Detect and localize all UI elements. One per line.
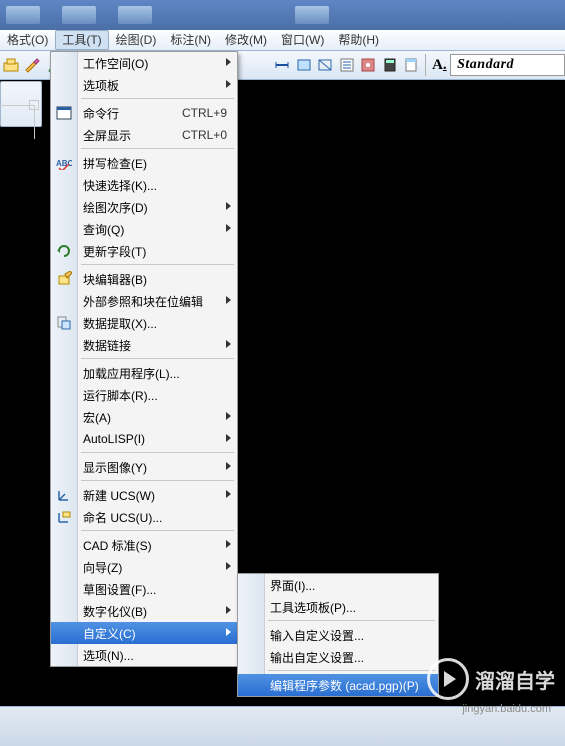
tool-icon-2[interactable] (22, 54, 41, 76)
smi-editpgp[interactable]: 编辑程序参数 (acad.pgp)(P) (238, 674, 438, 696)
play-icon (427, 658, 469, 700)
mi-customize[interactable]: 自定义(C) (51, 622, 237, 644)
mi-newucs[interactable]: 新建 UCS(W) (51, 484, 237, 506)
ucs-icon (51, 484, 77, 506)
window-titlebar (0, 0, 565, 30)
spellcheck-icon: ABC (51, 152, 77, 174)
named-ucs-icon (51, 506, 77, 528)
blockeditor-icon (51, 268, 77, 290)
mi-runscript[interactable]: 运行脚本(R)... (51, 384, 237, 406)
tool-distance-icon[interactable] (272, 54, 291, 76)
mi-loadapp[interactable]: 加载应用程序(L)... (51, 362, 237, 384)
crosshair-vertical (34, 105, 35, 139)
svg-text:ABC: ABC (56, 159, 72, 168)
text-style-icon[interactable]: A. (430, 54, 449, 76)
mi-autolisp[interactable]: AutoLISP(I) (51, 428, 237, 450)
dataextract-icon (51, 312, 77, 334)
tool-calc-icon[interactable] (380, 54, 399, 76)
mi-tablet[interactable]: 数字化仪(B) (51, 600, 237, 622)
text-style-dropdown[interactable]: Standard (450, 54, 565, 76)
mi-displayimage[interactable]: 显示图像(Y) (51, 456, 237, 478)
mi-options[interactable]: 选项(N)... (51, 644, 237, 666)
mi-draworder[interactable]: 绘图次序(D) (51, 196, 237, 218)
tool-icon-1[interactable] (1, 54, 20, 76)
mi-spellcheck[interactable]: ABC拼写检查(E) (51, 152, 237, 174)
smi-exportcustom[interactable]: 输出自定义设置... (238, 646, 438, 668)
menu-format[interactable]: 格式(O) (0, 30, 55, 50)
menu-help[interactable]: 帮助(H) (331, 30, 386, 50)
mi-quickselect[interactable]: 快速选择(K)... (51, 174, 237, 196)
smi-importcustom[interactable]: 输入自定义设置... (238, 624, 438, 646)
menu-draw[interactable]: 绘图(D) (109, 30, 164, 50)
mi-wizards[interactable]: 向导(Z) (51, 556, 237, 578)
commandline-icon (51, 102, 77, 124)
mi-inquiry[interactable]: 查询(Q) (51, 218, 237, 240)
mi-draftsettings[interactable]: 草图设置(F)... (51, 578, 237, 600)
mi-commandline[interactable]: 命令行CTRL+9 (51, 102, 237, 124)
smi-toolpalettes[interactable]: 工具选项板(P)... (238, 596, 438, 618)
watermark-sub: jingyan.baidu.com (462, 703, 551, 715)
mi-fullscreen[interactable]: 全屏显示CTRL+0 (51, 124, 237, 146)
tool-sheet-icon[interactable] (401, 54, 420, 76)
tool-list-icon[interactable] (337, 54, 356, 76)
mi-namedocs[interactable]: 命名 UCS(U)... (51, 506, 237, 528)
mi-palettes[interactable]: 选项板 (51, 74, 237, 96)
customize-submenu: 界面(I)... 工具选项板(P)... 输入自定义设置... 输出自定义设置.… (237, 573, 439, 697)
mi-blockeditor[interactable]: 块编辑器(B) (51, 268, 237, 290)
mi-datalinks[interactable]: 数据链接 (51, 334, 237, 356)
tool-region-icon[interactable] (315, 54, 334, 76)
crosshair-pickbox (29, 100, 39, 110)
menu-window[interactable]: 窗口(W) (274, 30, 331, 50)
mi-xref-inplace[interactable]: 外部参照和块在位编辑 (51, 290, 237, 312)
menubar: 格式(O) 工具(T) 绘图(D) 标注(N) 修改(M) 窗口(W) 帮助(H… (0, 30, 565, 51)
watermark: 溜溜自学 (427, 658, 555, 700)
smi-interface[interactable]: 界面(I)... (238, 574, 438, 596)
mi-cadstd[interactable]: CAD 标准(S) (51, 534, 237, 556)
mi-workspace[interactable]: 工作空间(O) (51, 52, 237, 74)
mi-macro[interactable]: 宏(A) (51, 406, 237, 428)
updatefields-icon (51, 240, 77, 262)
menu-modify[interactable]: 修改(M) (218, 30, 274, 50)
menu-tools[interactable]: 工具(T) (55, 30, 108, 50)
mi-updatefields[interactable]: 更新字段(T) (51, 240, 237, 262)
menu-dimension[interactable]: 标注(N) (163, 30, 218, 50)
tools-menu: 工作空间(O) 选项板 命令行CTRL+9 全屏显示CTRL+0 ABC拼写检查… (50, 51, 238, 667)
tool-area-icon[interactable] (294, 54, 313, 76)
mi-dataextract[interactable]: 数据提取(X)... (51, 312, 237, 334)
tool-point-icon[interactable] (358, 54, 377, 76)
